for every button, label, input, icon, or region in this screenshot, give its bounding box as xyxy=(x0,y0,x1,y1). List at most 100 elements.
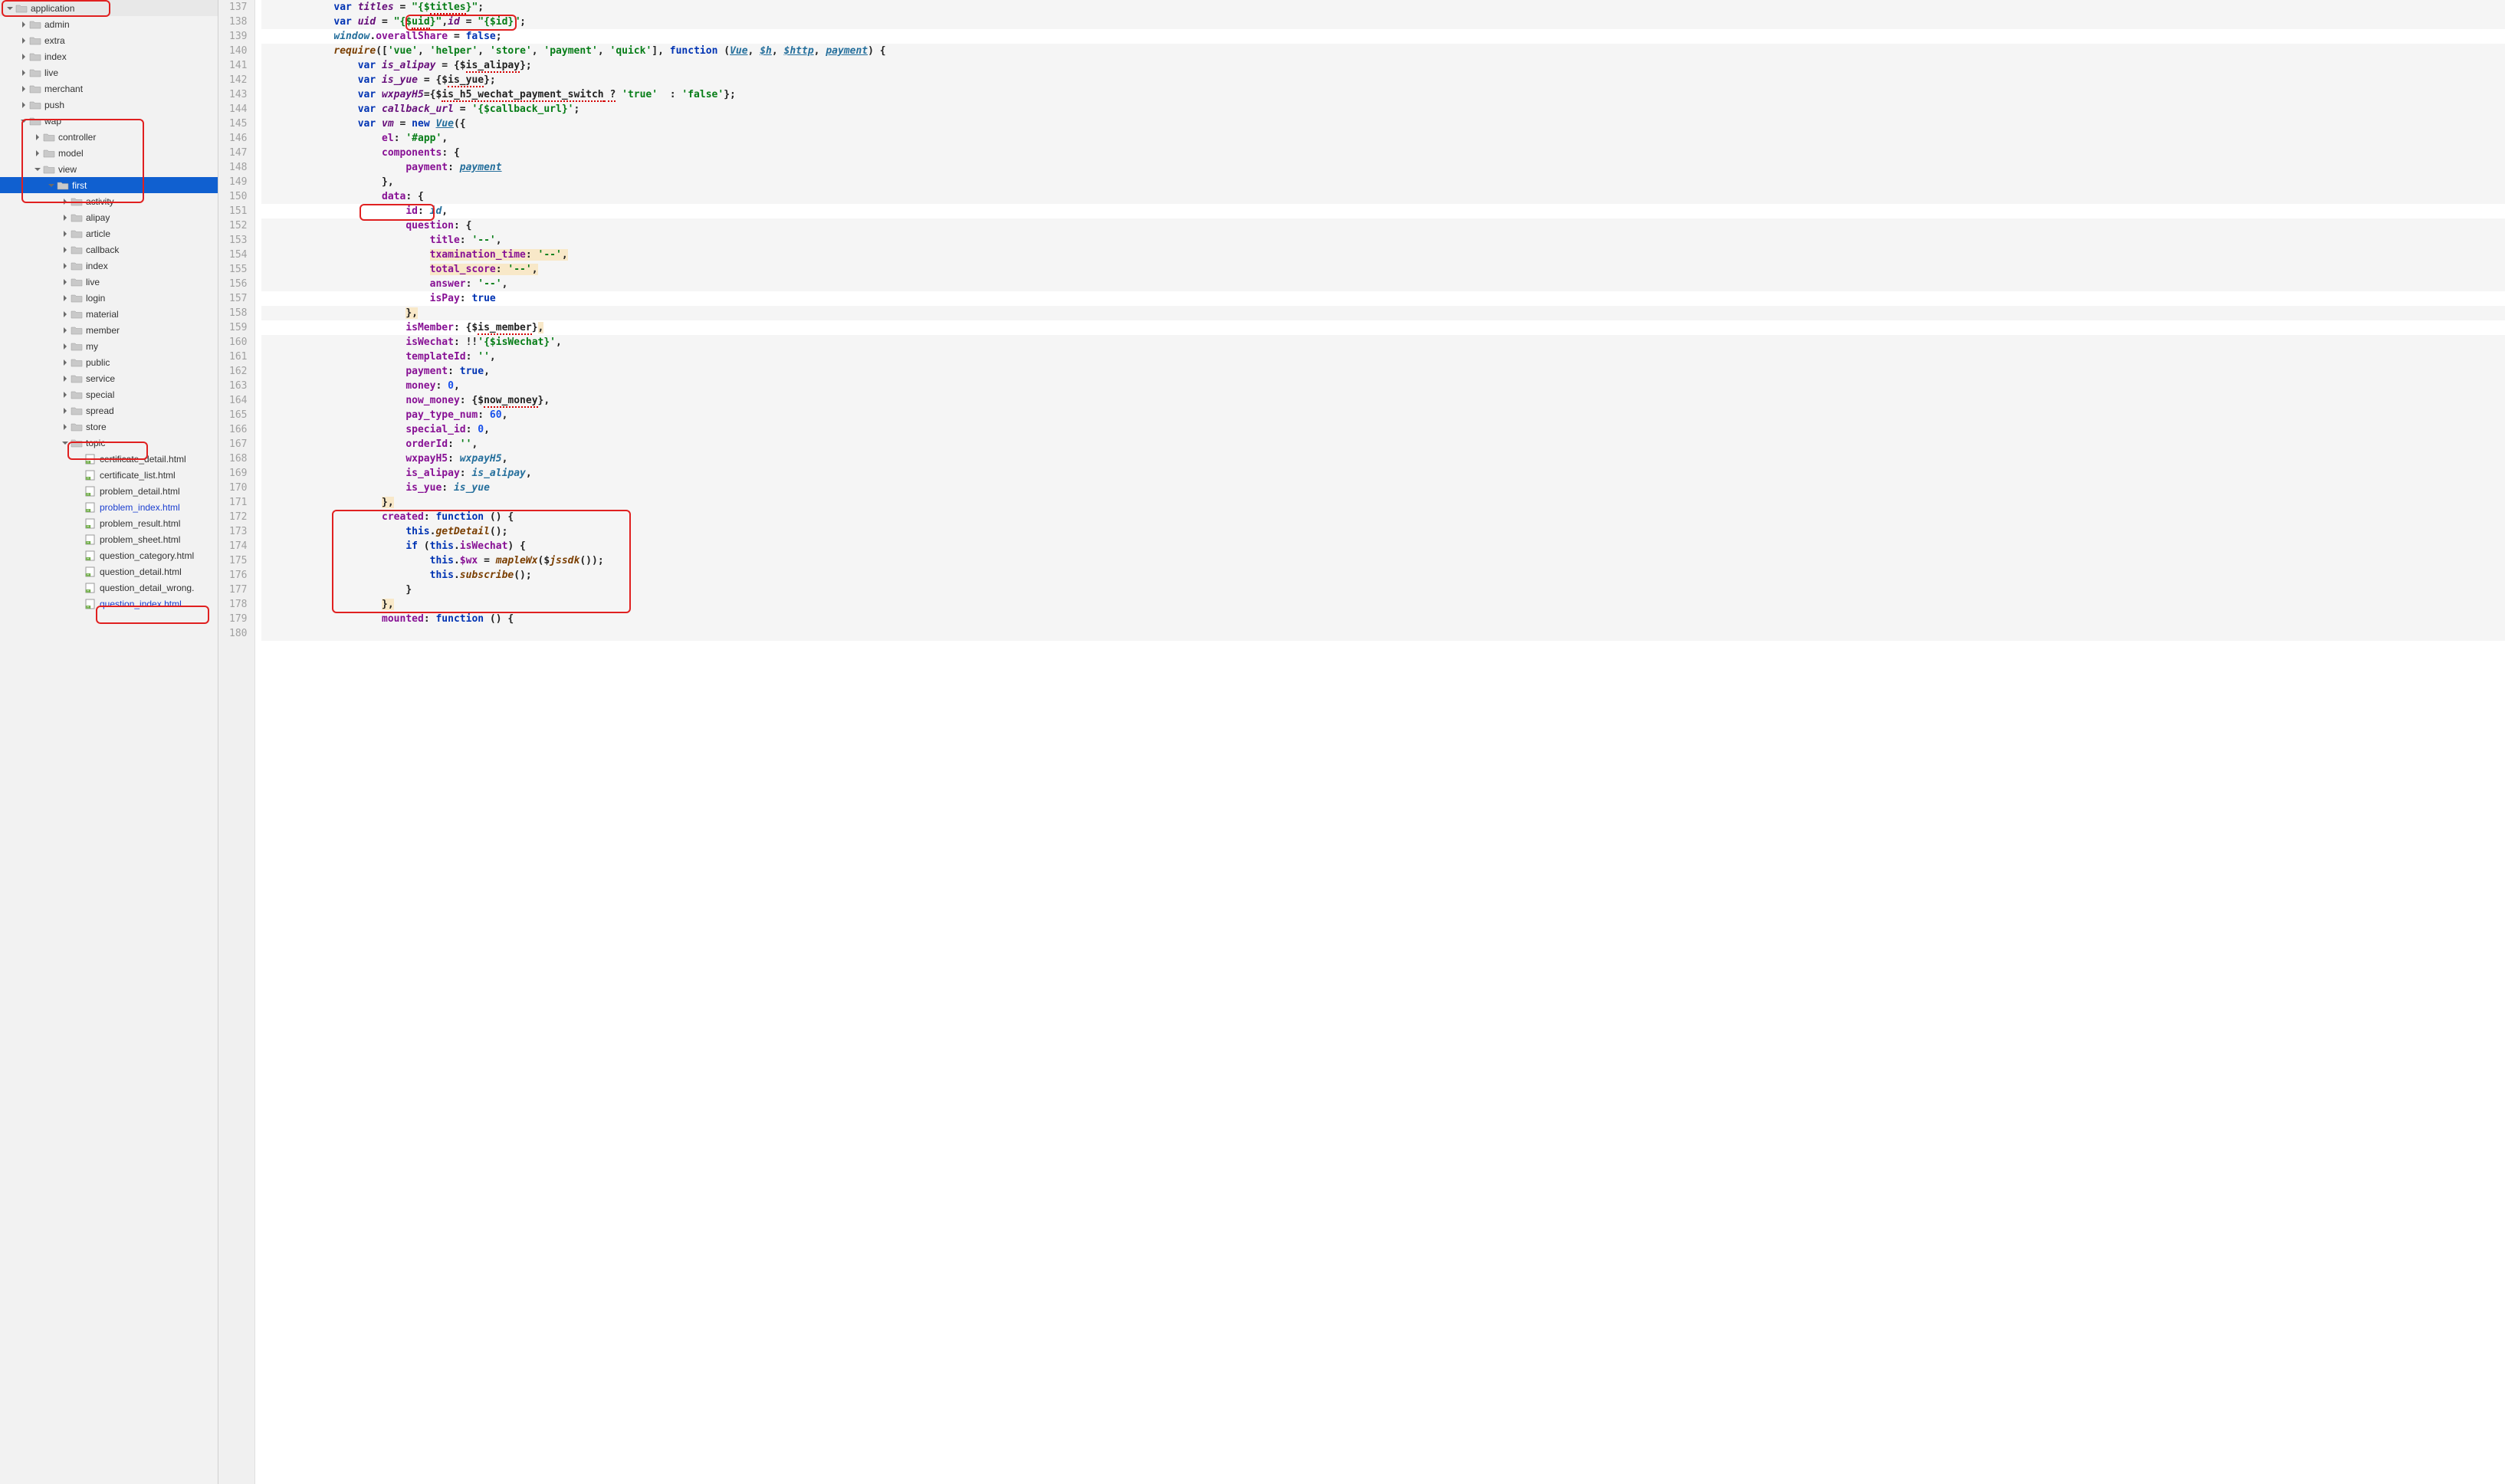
chevron-right-icon[interactable] xyxy=(61,198,69,205)
chevron-right-icon[interactable] xyxy=(61,407,69,415)
folder-node-admin[interactable]: admin xyxy=(0,16,218,32)
folder-node-member[interactable]: member xyxy=(0,322,218,338)
code-line[interactable]: payment: payment xyxy=(261,160,2505,175)
code-line[interactable]: var callback_url = '{$callback_url}'; xyxy=(261,102,2505,117)
folder-node-view[interactable]: view xyxy=(0,161,218,177)
chevron-right-icon[interactable] xyxy=(61,262,69,270)
folder-node-material[interactable]: material xyxy=(0,306,218,322)
code-line[interactable]: var is_yue = {$is_yue}; xyxy=(261,73,2505,87)
editor-code[interactable]: var titles = "{$titles}"; var uid = "{$u… xyxy=(255,0,2505,1484)
chevron-right-icon[interactable] xyxy=(20,69,28,77)
folder-node-service[interactable]: service xyxy=(0,370,218,386)
code-line[interactable]: is_alipay: is_alipay, xyxy=(261,466,2505,481)
code-line[interactable]: mounted: function () { xyxy=(261,612,2505,626)
folder-node-application[interactable]: application xyxy=(0,0,218,16)
folder-node-special[interactable]: special xyxy=(0,386,218,402)
chevron-right-icon[interactable] xyxy=(20,85,28,93)
folder-node-spread[interactable]: spread xyxy=(0,402,218,419)
folder-node-live[interactable]: live xyxy=(0,274,218,290)
code-editor[interactable]: 1371381391401411421431441451461471481491… xyxy=(218,0,2505,1484)
code-line[interactable]: }, xyxy=(261,175,2505,189)
chevron-down-icon[interactable] xyxy=(34,166,41,173)
code-line[interactable]: var uid = "{$uid}",id = "{$id}"; xyxy=(261,15,2505,29)
file-node-certificate_list.html[interactable]: Hcertificate_list.html xyxy=(0,467,218,483)
chevron-right-icon[interactable] xyxy=(61,310,69,318)
code-line[interactable]: special_id: 0, xyxy=(261,422,2505,437)
chevron-right-icon[interactable] xyxy=(61,391,69,399)
folder-node-merchant[interactable]: merchant xyxy=(0,80,218,97)
code-line[interactable]: is_yue: is_yue xyxy=(261,481,2505,495)
folder-node-live[interactable]: live xyxy=(0,64,218,80)
code-line[interactable] xyxy=(261,626,2505,641)
code-line[interactable]: title: '--', xyxy=(261,233,2505,248)
folder-node-activity[interactable]: activity xyxy=(0,193,218,209)
folder-node-model[interactable]: model xyxy=(0,145,218,161)
code-line[interactable]: data: { xyxy=(261,189,2505,204)
file-node-problem_index.html[interactable]: Hproblem_index.html xyxy=(0,499,218,515)
chevron-right-icon[interactable] xyxy=(34,133,41,141)
code-line[interactable]: wxpayH5: wxpayH5, xyxy=(261,451,2505,466)
code-line[interactable]: if (this.isWechat) { xyxy=(261,539,2505,553)
code-line[interactable]: total_score: '--', xyxy=(261,262,2505,277)
chevron-right-icon[interactable] xyxy=(61,423,69,431)
code-line[interactable]: payment: true, xyxy=(261,364,2505,379)
folder-node-article[interactable]: article xyxy=(0,225,218,241)
code-line[interactable]: this.getDetail(); xyxy=(261,524,2505,539)
code-line[interactable]: }, xyxy=(261,306,2505,320)
code-line[interactable]: components: { xyxy=(261,146,2505,160)
file-node-question_category.html[interactable]: Hquestion_category.html xyxy=(0,547,218,563)
folder-node-login[interactable]: login xyxy=(0,290,218,306)
chevron-right-icon[interactable] xyxy=(61,343,69,350)
chevron-right-icon[interactable] xyxy=(61,359,69,366)
folder-node-controller[interactable]: controller xyxy=(0,129,218,145)
code-line[interactable]: txamination_time: '--', xyxy=(261,248,2505,262)
folder-node-extra[interactable]: extra xyxy=(0,32,218,48)
file-node-question_detail.html[interactable]: Hquestion_detail.html xyxy=(0,563,218,579)
code-line[interactable]: question: { xyxy=(261,218,2505,233)
file-node-problem_detail.html[interactable]: Hproblem_detail.html xyxy=(0,483,218,499)
chevron-down-icon[interactable] xyxy=(61,439,69,447)
chevron-down-icon[interactable] xyxy=(20,117,28,125)
folder-node-my[interactable]: my xyxy=(0,338,218,354)
chevron-right-icon[interactable] xyxy=(61,278,69,286)
code-line[interactable]: isMember: {$is_member}, xyxy=(261,320,2505,335)
file-node-question_index.html[interactable]: Hquestion_index.html xyxy=(0,596,218,612)
folder-node-alipay[interactable]: alipay xyxy=(0,209,218,225)
code-line[interactable]: var wxpayH5={$is_h5_wechat_payment_switc… xyxy=(261,87,2505,102)
code-line[interactable]: var vm = new Vue({ xyxy=(261,117,2505,131)
code-line[interactable]: isPay: true xyxy=(261,291,2505,306)
chevron-right-icon[interactable] xyxy=(61,294,69,302)
file-node-problem_sheet.html[interactable]: Hproblem_sheet.html xyxy=(0,531,218,547)
file-node-question_detail_wrong.[interactable]: Hquestion_detail_wrong. xyxy=(0,579,218,596)
folder-node-index[interactable]: index xyxy=(0,258,218,274)
chevron-right-icon[interactable] xyxy=(61,230,69,238)
folder-node-index[interactable]: index xyxy=(0,48,218,64)
code-line[interactable]: }, xyxy=(261,597,2505,612)
code-line[interactable]: } xyxy=(261,583,2505,597)
code-line[interactable]: el: '#app', xyxy=(261,131,2505,146)
folder-node-push[interactable]: push xyxy=(0,97,218,113)
project-sidebar[interactable]: applicationadminextraindexlivemerchantpu… xyxy=(0,0,218,1484)
code-line[interactable]: window.overallShare = false; xyxy=(261,29,2505,44)
code-line[interactable]: var is_alipay = {$is_alipay}; xyxy=(261,58,2505,73)
folder-node-public[interactable]: public xyxy=(0,354,218,370)
code-line[interactable]: }, xyxy=(261,495,2505,510)
chevron-right-icon[interactable] xyxy=(20,53,28,61)
code-line[interactable]: this.$wx = mapleWx($jssdk()); xyxy=(261,553,2505,568)
code-line[interactable]: pay_type_num: 60, xyxy=(261,408,2505,422)
chevron-right-icon[interactable] xyxy=(61,327,69,334)
folder-node-topic[interactable]: topic xyxy=(0,435,218,451)
folder-node-store[interactable]: store xyxy=(0,419,218,435)
chevron-right-icon[interactable] xyxy=(61,214,69,222)
chevron-right-icon[interactable] xyxy=(20,21,28,28)
code-line[interactable]: this.subscribe(); xyxy=(261,568,2505,583)
code-line[interactable]: created: function () { xyxy=(261,510,2505,524)
code-line[interactable]: require(['vue', 'helper', 'store', 'paym… xyxy=(261,44,2505,58)
code-line[interactable]: var titles = "{$titles}"; xyxy=(261,0,2505,15)
chevron-right-icon[interactable] xyxy=(34,149,41,157)
chevron-right-icon[interactable] xyxy=(61,375,69,382)
code-line[interactable]: isWechat: !!'{$isWechat}', xyxy=(261,335,2505,350)
code-line[interactable]: orderId: '', xyxy=(261,437,2505,451)
chevron-down-icon[interactable] xyxy=(48,182,55,189)
code-line[interactable]: now_money: {$now_money}, xyxy=(261,393,2505,408)
